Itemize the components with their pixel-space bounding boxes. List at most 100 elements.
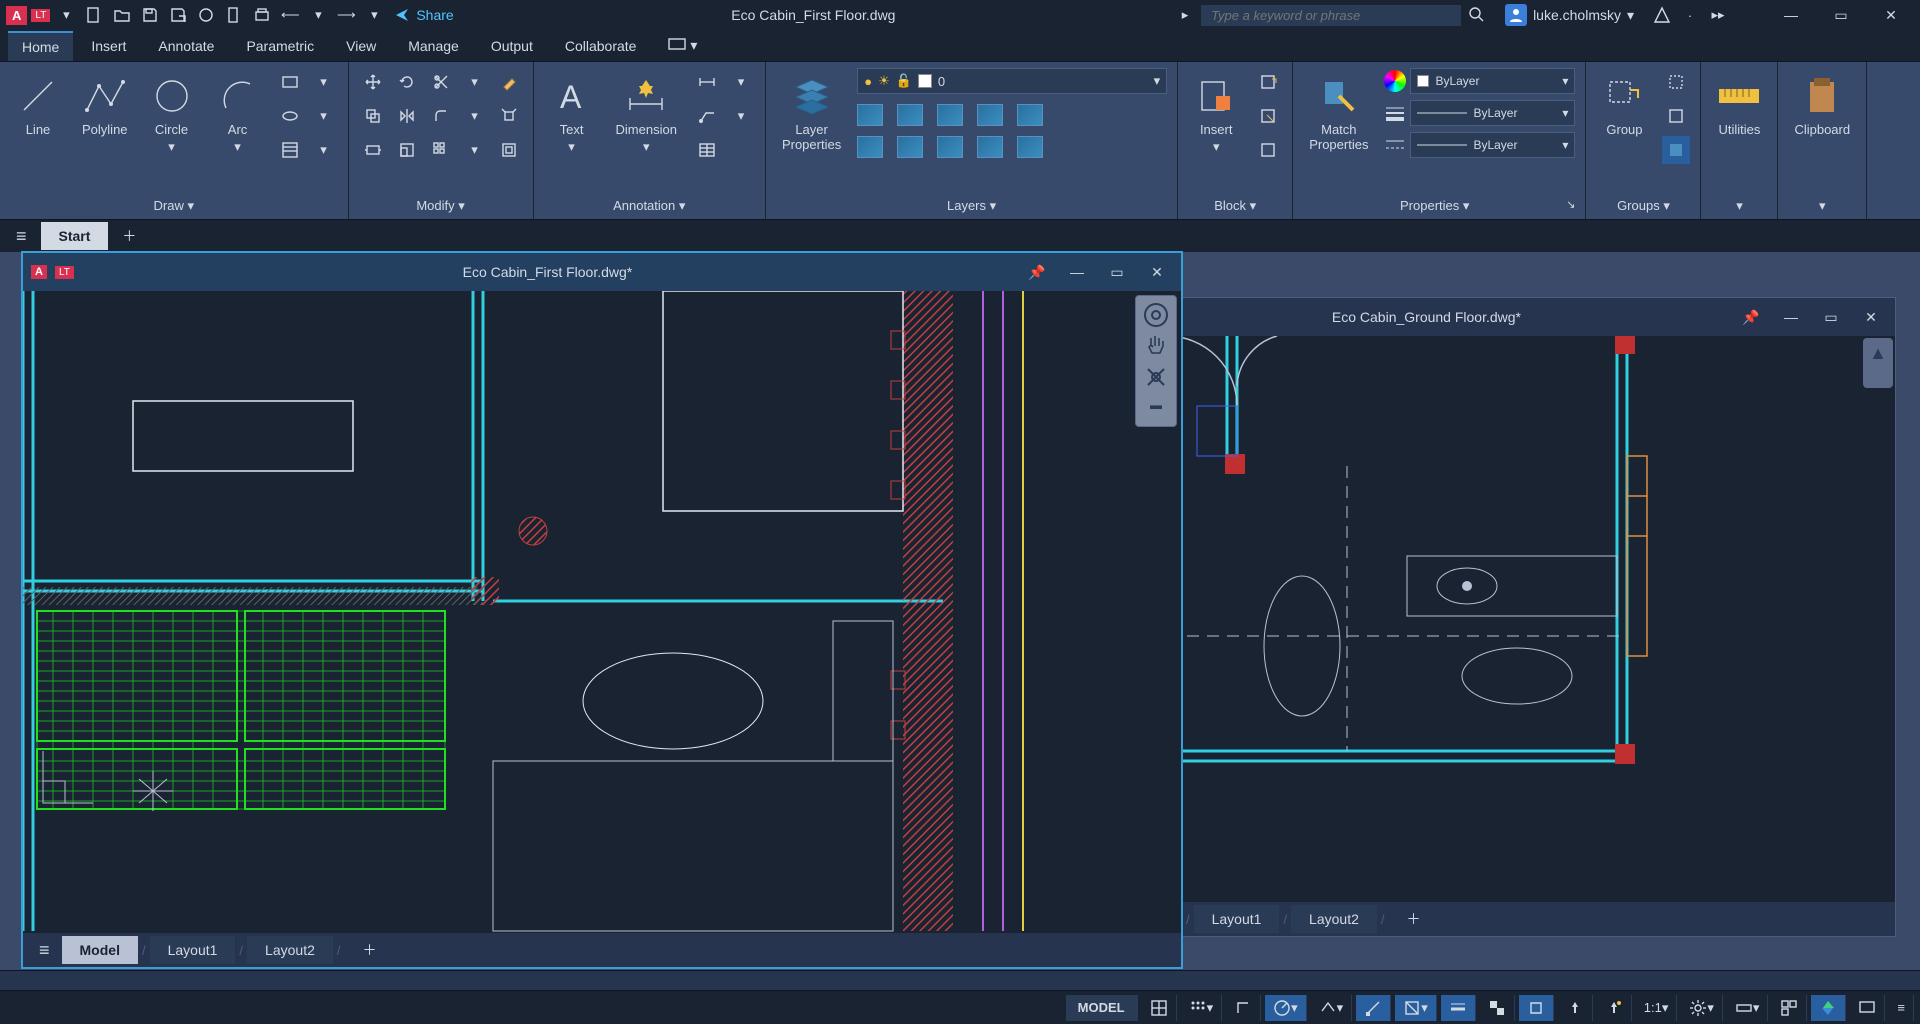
layer-on-icon[interactable] — [1017, 136, 1043, 158]
panel-title-draw[interactable]: Draw ▾ — [10, 195, 338, 217]
dropdown-icon[interactable]: ▾ — [727, 68, 755, 96]
tab-output[interactable]: Output — [477, 32, 547, 60]
panel-title-clipboard[interactable]: ▾ — [1788, 195, 1856, 217]
window-close[interactable]: ✕ — [1868, 0, 1914, 30]
tool-circle[interactable]: Circle▾ — [144, 68, 200, 159]
layer-unlock-icon[interactable] — [977, 136, 1003, 158]
doc-tab-layout2[interactable]: Layout2 — [1291, 905, 1377, 933]
status-isodraft-icon[interactable]: ▾ — [1311, 995, 1353, 1021]
mirror-icon[interactable] — [393, 102, 421, 130]
undo-icon[interactable]: ⟵ — [278, 3, 302, 27]
doc-titlebar[interactable]: A LT Eco Cabin_Ground Floor.dwg* 📌 — ▭ ✕ — [1067, 298, 1895, 336]
scale-icon[interactable] — [393, 136, 421, 164]
tab-collaborate[interactable]: Collaborate — [551, 32, 651, 60]
tab-manage[interactable]: Manage — [394, 32, 473, 60]
pin-icon[interactable]: 📌 — [1021, 256, 1053, 288]
tab-home[interactable]: Home — [8, 31, 73, 61]
share-button[interactable]: Share — [394, 7, 453, 23]
status-polar-icon[interactable]: ▾ — [1265, 995, 1307, 1021]
doc-tab-layout2[interactable]: Layout2 — [247, 936, 333, 964]
lineweight-icon[interactable] — [1384, 102, 1406, 124]
dialog-launcher-icon[interactable]: ↘ — [1566, 198, 1575, 211]
tool-utilities[interactable]: Utilities — [1711, 68, 1767, 141]
undo-dropdown[interactable]: ▾ — [306, 3, 330, 27]
autodesk-app-icon[interactable] — [1650, 3, 1674, 27]
group-edit-icon[interactable] — [1662, 102, 1690, 130]
doc-tab-menu-icon[interactable]: ≡ — [29, 940, 60, 961]
linetype-icon[interactable] — [1384, 134, 1406, 156]
trim-icon[interactable] — [427, 68, 455, 96]
open-icon[interactable] — [110, 3, 134, 27]
open-web-icon[interactable] — [194, 3, 218, 27]
dropdown-icon[interactable]: ▾ — [727, 102, 755, 130]
dropdown-icon[interactable]: ▾ — [461, 136, 489, 164]
layer-iso-icon[interactable] — [897, 104, 923, 126]
offset-icon[interactable] — [495, 136, 523, 164]
status-otrack-icon[interactable]: ▾ — [1395, 995, 1437, 1021]
linear-dim-icon[interactable] — [693, 68, 721, 96]
save-web-icon[interactable] — [222, 3, 246, 27]
doc-tab-model[interactable]: Model — [62, 936, 138, 964]
doc-canvas[interactable]: ▲ — [1067, 336, 1895, 902]
tool-dimension[interactable]: Dimension▾ — [610, 68, 683, 159]
redo-icon[interactable]: ⟶ — [334, 3, 358, 27]
search-caret-icon[interactable]: ▸ — [1173, 3, 1197, 27]
hatch-icon[interactable] — [276, 136, 304, 164]
dropdown-icon[interactable]: ▾ — [310, 68, 338, 96]
ellipse-icon[interactable] — [276, 102, 304, 130]
tool-match-properties[interactable]: Match Properties — [1303, 68, 1374, 156]
status-annoscale-icon[interactable] — [1558, 995, 1593, 1021]
tool-clipboard[interactable]: Clipboard — [1788, 68, 1856, 141]
navigation-bar[interactable]: ▬ — [1135, 295, 1177, 427]
save-icon[interactable] — [138, 3, 162, 27]
layer-freeze-icon[interactable] — [937, 104, 963, 126]
edit-attr-icon[interactable] — [1254, 136, 1282, 164]
dropdown-icon[interactable]: ▾ — [461, 102, 489, 130]
edit-block-icon[interactable] — [1254, 102, 1282, 130]
array-icon[interactable] — [427, 136, 455, 164]
status-selection-cycle-icon[interactable] — [1519, 995, 1554, 1021]
status-customize-icon[interactable]: ≡ — [1889, 995, 1914, 1021]
status-grid-icon[interactable] — [1142, 995, 1177, 1021]
redo-dropdown[interactable]: ▾ — [362, 3, 386, 27]
doc-close[interactable]: ✕ — [1855, 301, 1887, 333]
doc-canvas[interactable]: ▬ — [23, 291, 1181, 933]
status-units-icon[interactable]: ▾ — [1727, 995, 1769, 1021]
expand-toolbar-icon[interactable]: ▸▸ — [1706, 3, 1730, 27]
panel-title-block[interactable]: Block ▾ — [1188, 195, 1282, 217]
status-transparency-icon[interactable] — [1480, 995, 1515, 1021]
lineweight-selector[interactable]: ByLayer▾ — [1410, 100, 1575, 126]
create-block-icon[interactable] — [1254, 68, 1282, 96]
search-input[interactable] — [1201, 5, 1461, 26]
status-lwt-icon[interactable] — [1441, 995, 1476, 1021]
save-as-icon[interactable] — [166, 3, 190, 27]
dropdown-icon[interactable]: ▾ — [310, 136, 338, 164]
file-tab-start[interactable]: Start — [41, 222, 109, 250]
layer-match-icon[interactable] — [857, 136, 883, 158]
panel-title-properties[interactable]: Properties ▾ ↘ — [1303, 195, 1575, 217]
status-annovisibility-icon[interactable] — [1597, 995, 1632, 1021]
color-selector[interactable]: ByLayer▾ — [1410, 68, 1575, 94]
doc-tab-layout1[interactable]: Layout1 — [150, 936, 236, 964]
panel-title-groups[interactable]: Groups ▾ — [1596, 195, 1690, 217]
doc-minimize[interactable]: — — [1775, 301, 1807, 333]
status-ortho-icon[interactable] — [1226, 995, 1261, 1021]
app-menu-dropdown[interactable]: ▾ — [54, 3, 78, 27]
panel-title-modify[interactable]: Modify ▾ — [359, 195, 523, 217]
status-snap-icon[interactable]: ▾ — [1181, 995, 1223, 1021]
file-tab-menu-icon[interactable]: ≡ — [6, 226, 37, 247]
user-menu[interactable]: luke.cholmsky ▾ — [1505, 4, 1634, 26]
command-line[interactable] — [0, 970, 1920, 990]
erase-icon[interactable] — [495, 68, 523, 96]
move-icon[interactable] — [359, 68, 387, 96]
tab-parametric[interactable]: Parametric — [232, 32, 328, 60]
doc-tab-add[interactable]: ＋ — [1389, 903, 1439, 935]
plot-icon[interactable] — [250, 3, 274, 27]
tool-group[interactable]: Group — [1596, 68, 1652, 141]
layer-off-icon[interactable] — [857, 104, 883, 126]
group-bbox-icon[interactable] — [1662, 136, 1690, 164]
doc-maximize[interactable]: ▭ — [1815, 301, 1847, 333]
scroll-corner[interactable]: ▲ — [1863, 338, 1893, 388]
panel-title-annotation[interactable]: Annotation ▾ — [544, 195, 755, 217]
layer-thaw-icon[interactable] — [937, 136, 963, 158]
